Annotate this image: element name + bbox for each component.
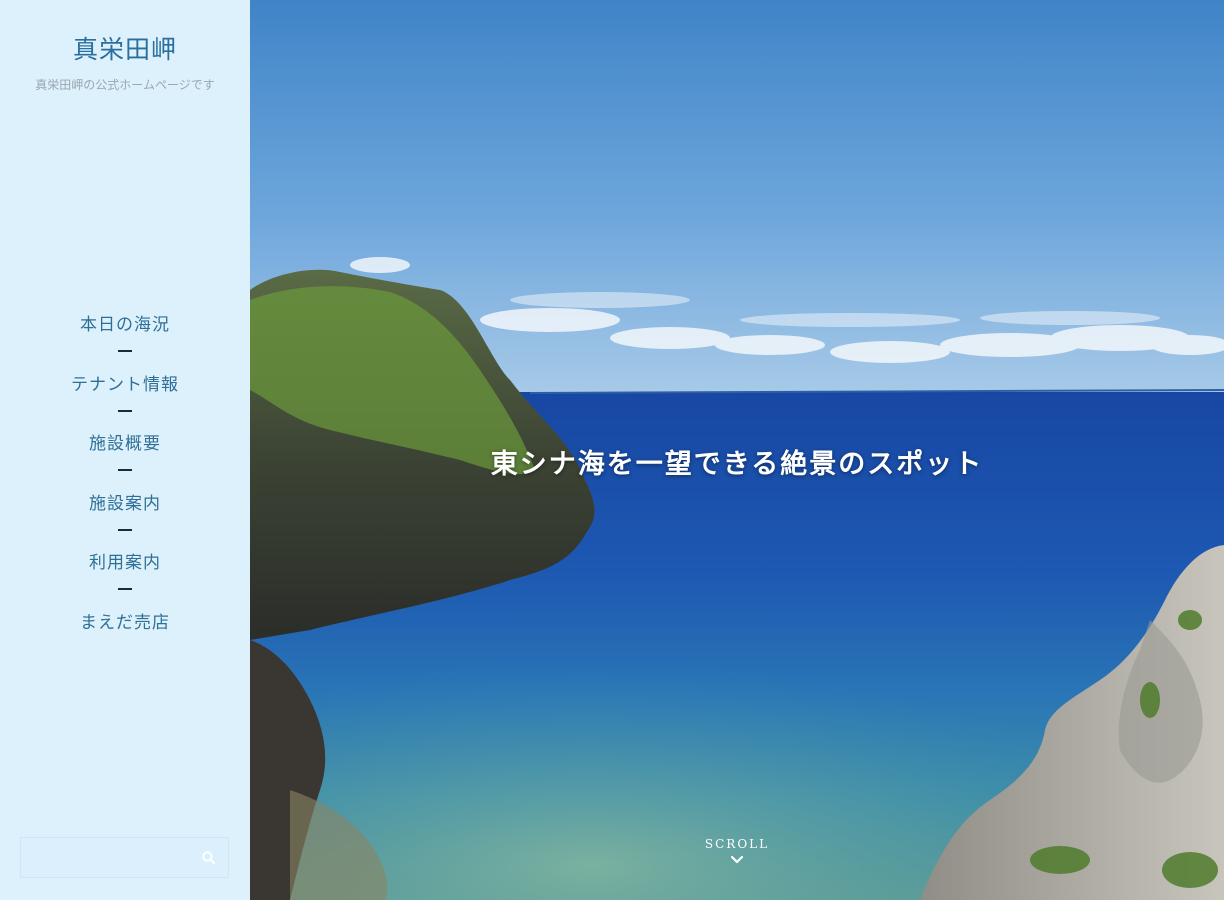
- nav-link-maeda-shop[interactable]: まえだ売店: [80, 608, 170, 633]
- nav-divider: [118, 588, 132, 590]
- nav-item-tenant: テナント情報: [0, 367, 250, 427]
- search-icon[interactable]: [200, 849, 218, 867]
- nav-item-maeda-shop: まえだ売店: [0, 605, 250, 665]
- search-input[interactable]: [21, 838, 211, 877]
- nav-divider: [118, 528, 132, 531]
- nav-divider: [118, 350, 132, 352]
- site-title[interactable]: 真栄田岬: [0, 30, 250, 66]
- scroll-label: SCROLL: [704, 837, 770, 851]
- site-tagline: 真栄田岬の公式ホームページです: [35, 78, 215, 92]
- nav-link-today-sea[interactable]: 本日の海況: [80, 310, 170, 335]
- hero: 東シナ海を一望できる絶景のスポット SCROLL: [250, 0, 1224, 900]
- nav-link-usage-guide[interactable]: 利用案内: [89, 548, 161, 573]
- nav-link-facility-guide[interactable]: 施設案内: [89, 489, 161, 514]
- nav-item-facility-guide: 施設案内: [0, 486, 250, 546]
- scroll-down-button[interactable]: SCROLL: [250, 837, 1224, 865]
- chevron-down-icon: [730, 855, 744, 864]
- nav-item-usage-guide: 利用案内: [0, 545, 250, 605]
- search-form: [20, 837, 229, 878]
- nav-link-tenant[interactable]: テナント情報: [71, 370, 179, 395]
- nav-item-facility-overview: 施設概要: [0, 426, 250, 486]
- nav-link-facility-overview[interactable]: 施設概要: [89, 429, 161, 454]
- main-nav: 本日の海況 テナント情報 施設概要 施設案内 利用案内 まえだ売店: [0, 307, 250, 664]
- hero-heading: 東シナ海を一望できる絶景のスポット: [490, 449, 984, 481]
- nav-divider: [118, 409, 132, 412]
- sidebar: 真栄田岬 真栄田岬の公式ホームページです 本日の海況 テナント情報 施設概要 施…: [0, 0, 250, 900]
- page: 真栄田岬 真栄田岬の公式ホームページです 本日の海況 テナント情報 施設概要 施…: [0, 0, 1224, 900]
- nav-item-today-sea: 本日の海況: [0, 307, 250, 367]
- nav-divider: [118, 469, 132, 471]
